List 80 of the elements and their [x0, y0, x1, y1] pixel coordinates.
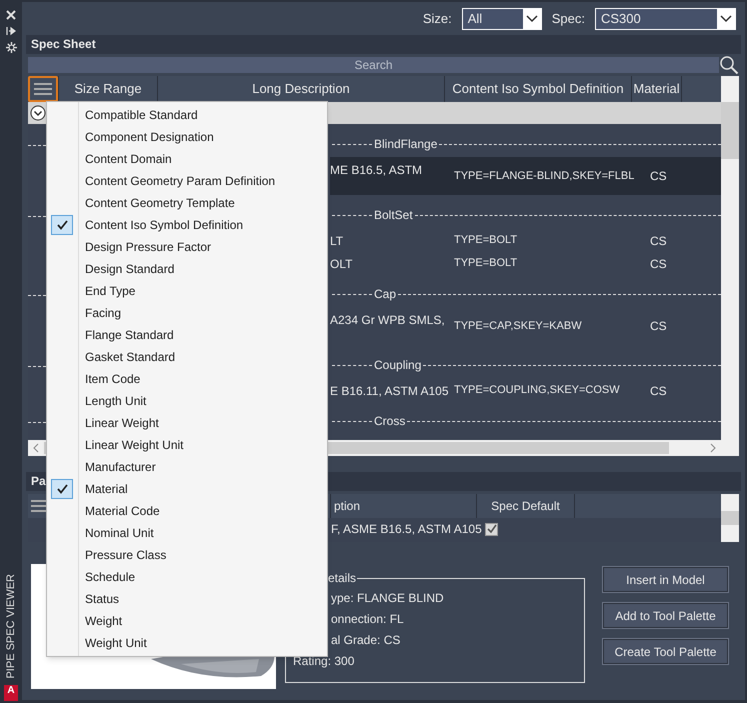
action-button[interactable]: Create Tool Palette — [603, 639, 728, 664]
table-cell-text: LT — [330, 233, 344, 250]
detail-text: al Grade: CS — [331, 632, 402, 649]
menu-item[interactable]: Linear Weight — [85, 414, 159, 432]
menu-item[interactable]: Facing — [85, 304, 122, 322]
action-button[interactable]: Insert in Model — [603, 567, 728, 592]
table-cell-text: CS — [650, 318, 668, 335]
column-header[interactable]: ption — [330, 494, 476, 518]
checkbox[interactable] — [485, 522, 498, 536]
chevron-down-icon — [720, 14, 732, 22]
menu-item[interactable]: End Type — [85, 282, 136, 300]
menu-item[interactable]: Content Geometry Param Definition — [85, 172, 276, 190]
menu-item[interactable]: Linear Weight Unit — [85, 436, 184, 454]
table-cell-text: ME B16.5, ASTM — [330, 162, 424, 179]
vertical-scrollbar[interactable] — [721, 494, 739, 542]
menu-item[interactable]: Nominal Unit — [85, 524, 154, 542]
detail-text: Rating: 300 — [293, 653, 356, 670]
menu-item[interactable]: Content Domain — [85, 150, 172, 168]
group-divider: Coupling — [332, 356, 721, 374]
menu-item[interactable]: Design Pressure Factor — [85, 238, 212, 256]
table-row[interactable]: OLT TYPE=BOLT CS — [330, 251, 721, 274]
menu-item[interactable]: Material Code — [85, 502, 160, 520]
group-divider: Cap — [332, 285, 721, 303]
table-cell-text: OLT — [330, 256, 354, 273]
table-cell-text: CS — [650, 256, 668, 273]
search-field[interactable]: Search — [28, 57, 719, 73]
table-row[interactable]: E B16.11, ASTM A105 TYPE=COUPLING,SKEY=COSW CS — [330, 378, 721, 401]
menu-item[interactable]: Schedule — [85, 568, 136, 586]
table-row[interactable]: ME B16.5, ASTM TYPE=FLANGE-BLIND,SKEY=FLBL CS — [330, 157, 721, 195]
chevron-down-icon — [526, 14, 538, 22]
detail-text: ype: FLANGE BLIND — [331, 590, 445, 607]
table-cell-text: TYPE=BOLT — [454, 233, 518, 248]
table-row[interactable]: A234 Gr WPB SMLS, TYPE=CAP,SKEY=KABW CS — [330, 307, 721, 345]
table-cell-text: A234 Gr WPB SMLS, — [330, 312, 446, 329]
table-cell-text: TYPE=BOLT — [454, 256, 518, 271]
menu-item[interactable]: Length Unit — [85, 392, 146, 410]
menu-item[interactable]: Content Geometry Template — [85, 194, 235, 212]
table-cell-text: CS — [650, 383, 668, 400]
vertical-scrollbar[interactable] — [721, 76, 739, 456]
table-cell-text: TYPE=CAP,SKEY=KABW — [454, 318, 583, 334]
table-cell-text: TYPE=FLANGE-BLIND,SKEY=FLBL — [454, 168, 636, 184]
table-cell-text: CS — [650, 233, 668, 250]
palette-title: PIPE SPEC VIEWER — [4, 574, 18, 679]
settings-icon[interactable] — [6, 42, 16, 53]
filter-label: Size: — [422, 10, 452, 28]
menu-item[interactable]: Weight Unit — [85, 634, 147, 652]
group-divider: Cross — [332, 412, 721, 430]
table-cell-text: E B16.11, ASTM A105 — [330, 383, 450, 400]
menu-item[interactable]: Design Standard — [85, 260, 174, 278]
column-chooser-button[interactable] — [28, 76, 58, 102]
app-logo: A — [4, 685, 18, 701]
filter-select[interactable]: CS300 — [595, 8, 736, 30]
table-row[interactable]: LT TYPE=BOLT CS — [330, 228, 721, 251]
close-icon[interactable] — [6, 10, 16, 20]
group-divider: BlindFlange — [332, 135, 721, 153]
filter-select[interactable]: All — [462, 8, 542, 30]
menu-icon — [31, 499, 49, 513]
collapse-icon[interactable] — [30, 105, 46, 121]
pin-icon[interactable] — [6, 26, 16, 36]
menu-item[interactable]: Pressure Class — [85, 546, 166, 564]
table-cell-text: TYPE=COUPLING,SKEY=COSW — [454, 383, 621, 398]
menu-item[interactable]: Item Code — [85, 370, 140, 388]
menu-item[interactable]: Content Iso Symbol Definition — [85, 216, 244, 234]
action-button[interactable]: Add to Tool Palette — [603, 603, 728, 628]
table-cell-text: CS — [650, 168, 668, 185]
menu-item[interactable]: Gasket Standard — [85, 348, 176, 366]
menu-item[interactable]: Component Designation — [85, 128, 214, 146]
search-icon[interactable] — [719, 55, 739, 75]
column-header[interactable]: Spec Default — [476, 494, 574, 518]
section-header: Spec Sheet — [26, 35, 741, 54]
detail-text: onnection: FL — [331, 611, 405, 628]
menu-item[interactable]: Flange Standard — [85, 326, 174, 344]
group-divider: BoltSet — [332, 206, 721, 224]
details-legend: etails — [327, 569, 358, 587]
menu-item[interactable]: Compatible Standard — [85, 106, 198, 124]
table-cell-text: F, ASME B16.5, ASTM A105 — [331, 521, 483, 538]
menu-icon — [34, 82, 52, 96]
filter-label: Spec: — [552, 10, 585, 28]
menu-item[interactable]: Status — [85, 590, 120, 608]
menu-item[interactable]: Weight — [85, 612, 122, 630]
